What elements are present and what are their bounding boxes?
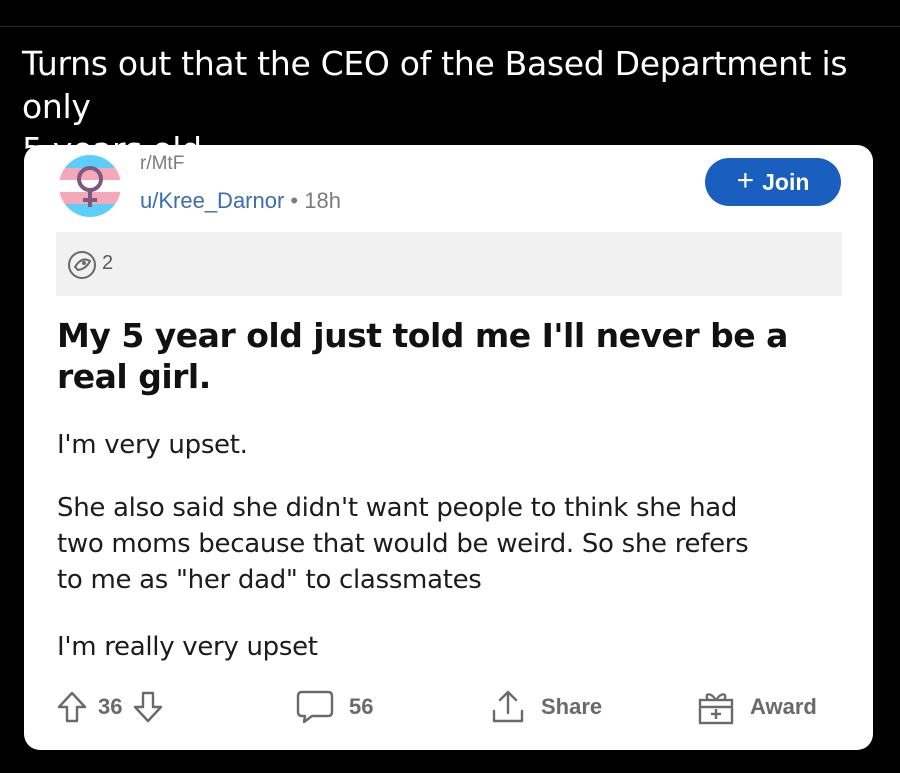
username-link[interactable]: u/Kree_Darnor — [140, 188, 284, 213]
arrow-down-icon[interactable] — [132, 690, 164, 724]
plus-icon: + — [736, 163, 755, 197]
post-body-paragraph-3: I'm really very upset — [57, 629, 847, 665]
award-label: Award — [750, 694, 817, 719]
speech-bubble-icon — [296, 690, 334, 724]
post-title-line-1: My 5 year old just told me I'll never be… — [57, 316, 788, 355]
subreddit-avatar[interactable] — [59, 155, 121, 217]
awards-bar[interactable]: 2 — [56, 232, 842, 296]
arrow-up-icon[interactable] — [56, 690, 88, 724]
upvote-count: 36 — [98, 694, 123, 719]
body-line: She also said she didn't want people to … — [57, 493, 738, 523]
join-button[interactable]: + Join — [705, 158, 841, 206]
caption-line-1: Turns out that the CEO of the Based Depa… — [22, 44, 848, 126]
share-button[interactable]: Share — [489, 686, 602, 728]
vote-controls: 36 — [56, 686, 164, 728]
top-divider — [0, 26, 900, 27]
post-meta: u/Kree_Darnor • 18h — [140, 188, 341, 214]
post-age: 18h — [304, 188, 341, 213]
award-count: 2 — [102, 252, 114, 274]
award-button[interactable]: Award — [696, 686, 817, 728]
share-arrow-icon — [492, 690, 524, 723]
body-line: I'm really very upset — [57, 632, 318, 662]
post-title[interactable]: My 5 year old just told me I'll never be… — [57, 315, 847, 397]
body-line: two moms because that would be weird. So… — [57, 529, 749, 559]
reddit-post-card: r/MtF u/Kree_Darnor • 18h + Join 2 My 5 … — [24, 145, 873, 750]
post-title-line-2: real girl. — [57, 357, 211, 396]
trans-flag-female-symbol-icon — [59, 155, 121, 217]
comment-count: 56 — [349, 694, 374, 719]
subreddit-name[interactable]: r/MtF — [140, 153, 184, 175]
body-line: to me as "her dad" to classmates — [57, 565, 482, 595]
gift-box-icon — [698, 693, 734, 725]
comments-button[interactable]: 56 — [295, 686, 373, 728]
meta-separator: • — [284, 188, 305, 213]
share-label: Share — [541, 694, 603, 719]
post-body-paragraph-2: She also said she didn't want people to … — [57, 490, 847, 598]
body-line: I'm very upset. — [57, 430, 248, 460]
post-body-paragraph-1: I'm very upset. — [57, 427, 847, 463]
join-label: Join — [762, 168, 810, 195]
rocket-award-icon — [68, 251, 96, 279]
